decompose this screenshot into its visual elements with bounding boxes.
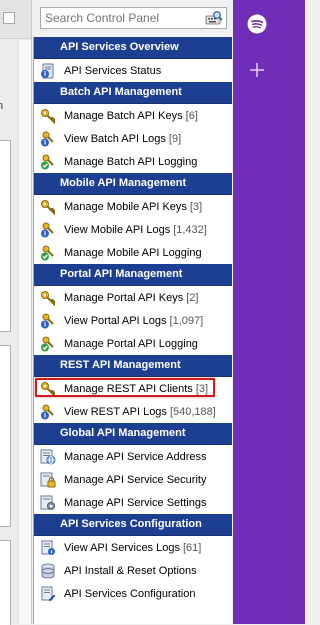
menu-item-api-services-configuration[interactable]: API Services Configuration	[34, 582, 232, 605]
menu-item-label: Manage Portal API Keys	[64, 291, 184, 304]
menu-item-label: View REST API Logs	[64, 405, 167, 418]
search-box	[40, 7, 227, 29]
menu-item-count: [3]	[189, 200, 203, 213]
section-header: REST API Management	[34, 355, 232, 377]
logging-icon	[41, 245, 54, 260]
settings-icon	[40, 495, 55, 510]
vertical-scrollbar[interactable]	[18, 40, 31, 624]
menu-item-label: View Mobile API Logs	[64, 223, 171, 236]
menu-item-count: [1,097]	[169, 314, 204, 327]
menu-item-view-mobile-api-logs[interactable]: View Mobile API Logs [1,432]	[34, 218, 232, 241]
section-batch: Batch API Management Manage Batch API Ke…	[34, 82, 232, 173]
menu-item-label: View Portal API Logs	[64, 314, 167, 327]
menu-item-label: Manage API Service Security	[64, 473, 207, 486]
search-input[interactable]	[41, 9, 205, 27]
section-portal: Portal API Management Manage Portal API …	[34, 264, 232, 355]
browser-side-panel	[233, 0, 305, 624]
menu-item-label: Manage API Service Address	[64, 450, 207, 463]
section-configuration: API Services Configuration View API Serv…	[34, 514, 232, 605]
background-panel	[0, 540, 11, 625]
menu-item-api-install-reset-options[interactable]: API Install & Reset Options	[34, 559, 232, 582]
highlight-box	[35, 378, 215, 397]
background-text: n	[0, 100, 4, 112]
menu-item-manage-rest-api-clients[interactable]: Manage REST API Clients [3]	[34, 377, 232, 400]
menu-item-view-api-services-logs[interactable]: View API Services Logs [61]	[34, 536, 232, 559]
configuration-icon	[41, 586, 56, 601]
section-global: Global API Management Manage API Service…	[34, 423, 232, 514]
logging-icon	[41, 336, 54, 351]
menu-item-label: Manage Mobile API Logging	[64, 246, 202, 259]
control-panel-menu: API Services Overview API Services Statu…	[33, 37, 232, 624]
background-panel	[0, 345, 11, 527]
logs-icon	[41, 131, 54, 146]
section-rest: REST API Management Manage REST API Clie…	[34, 355, 232, 423]
menu-item-api-services-status[interactable]: API Services Status	[34, 59, 232, 82]
section-header: Portal API Management	[34, 264, 232, 286]
menu-item-label: Manage Mobile API Keys	[64, 200, 187, 213]
keys-icon	[41, 290, 55, 306]
security-icon	[40, 472, 56, 487]
menu-item-label: Manage API Service Settings	[64, 496, 207, 509]
menu-item-manage-portal-api-logging[interactable]: Manage Portal API Logging	[34, 332, 232, 355]
menu-item-manage-api-service-security[interactable]: Manage API Service Security	[34, 468, 232, 491]
menu-item-label: View API Services Logs	[64, 541, 180, 554]
section-mobile: Mobile API Management Manage Mobile API …	[34, 173, 232, 264]
logging-icon	[41, 154, 54, 169]
menu-item-view-portal-api-logs[interactable]: View Portal API Logs [1,097]	[34, 309, 232, 332]
logs-icon	[41, 313, 54, 328]
menu-item-label: Manage Portal API Logging	[64, 337, 198, 350]
menu-item-label: Manage Batch API Keys	[64, 109, 183, 122]
services-logs-icon	[41, 540, 55, 555]
menu-item-label: API Services Status	[64, 64, 162, 77]
menu-item-manage-api-service-settings[interactable]: Manage API Service Settings	[34, 491, 232, 514]
logs-icon	[41, 222, 54, 237]
address-icon	[40, 449, 56, 464]
section-header: Global API Management	[34, 423, 232, 445]
status-icon	[41, 63, 54, 78]
menu-item-label: Manage Batch API Logging	[64, 155, 198, 168]
background-panel	[0, 140, 11, 332]
keys-icon	[41, 108, 55, 124]
menu-item-manage-api-service-address[interactable]: Manage API Service Address	[34, 445, 232, 468]
menu-item-manage-mobile-api-logging[interactable]: Manage Mobile API Logging	[34, 241, 232, 264]
menu-item-label: API Services Configuration	[64, 587, 196, 600]
menu-item-label: View Batch API Logs	[64, 132, 166, 145]
menu-item-label: API Install & Reset Options	[64, 564, 197, 577]
section-header: Batch API Management	[34, 82, 232, 104]
menu-item-manage-batch-api-keys[interactable]: Manage Batch API Keys [6]	[34, 104, 232, 127]
section-header: API Services Configuration	[34, 514, 232, 536]
checkbox-icon	[3, 12, 15, 24]
menu-item-manage-portal-api-keys[interactable]: Manage Portal API Keys [2]	[34, 286, 232, 309]
section-overview: API Services Overview API Services Statu…	[34, 37, 232, 82]
keys-icon	[41, 199, 55, 215]
menu-item-manage-batch-api-logging[interactable]: Manage Batch API Logging	[34, 150, 232, 173]
section-header: API Services Overview	[34, 37, 232, 59]
menu-item-view-rest-api-logs[interactable]: View REST API Logs [540,188]	[34, 400, 232, 423]
spotify-icon[interactable]	[247, 14, 267, 34]
menu-item-count: [6]	[185, 109, 198, 122]
menu-item-count: [9]	[168, 132, 182, 145]
menu-item-count: [61]	[182, 541, 202, 554]
background-window-edge: n	[0, 0, 32, 625]
install-icon	[41, 563, 55, 578]
menu-item-manage-mobile-api-keys[interactable]: Manage Mobile API Keys [3]	[34, 195, 232, 218]
menu-item-count: [1,432]	[173, 223, 207, 236]
background-toolbar	[0, 0, 31, 39]
add-icon[interactable]	[249, 62, 265, 78]
menu-item-count: [540,188]	[169, 405, 216, 418]
menu-item-count: [2]	[186, 291, 199, 304]
section-header: Mobile API Management	[34, 173, 232, 195]
logs-icon	[41, 404, 54, 419]
search-keyboard-icon[interactable]	[205, 10, 223, 26]
menu-item-view-batch-api-logs[interactable]: View Batch API Logs [9]	[34, 127, 232, 150]
